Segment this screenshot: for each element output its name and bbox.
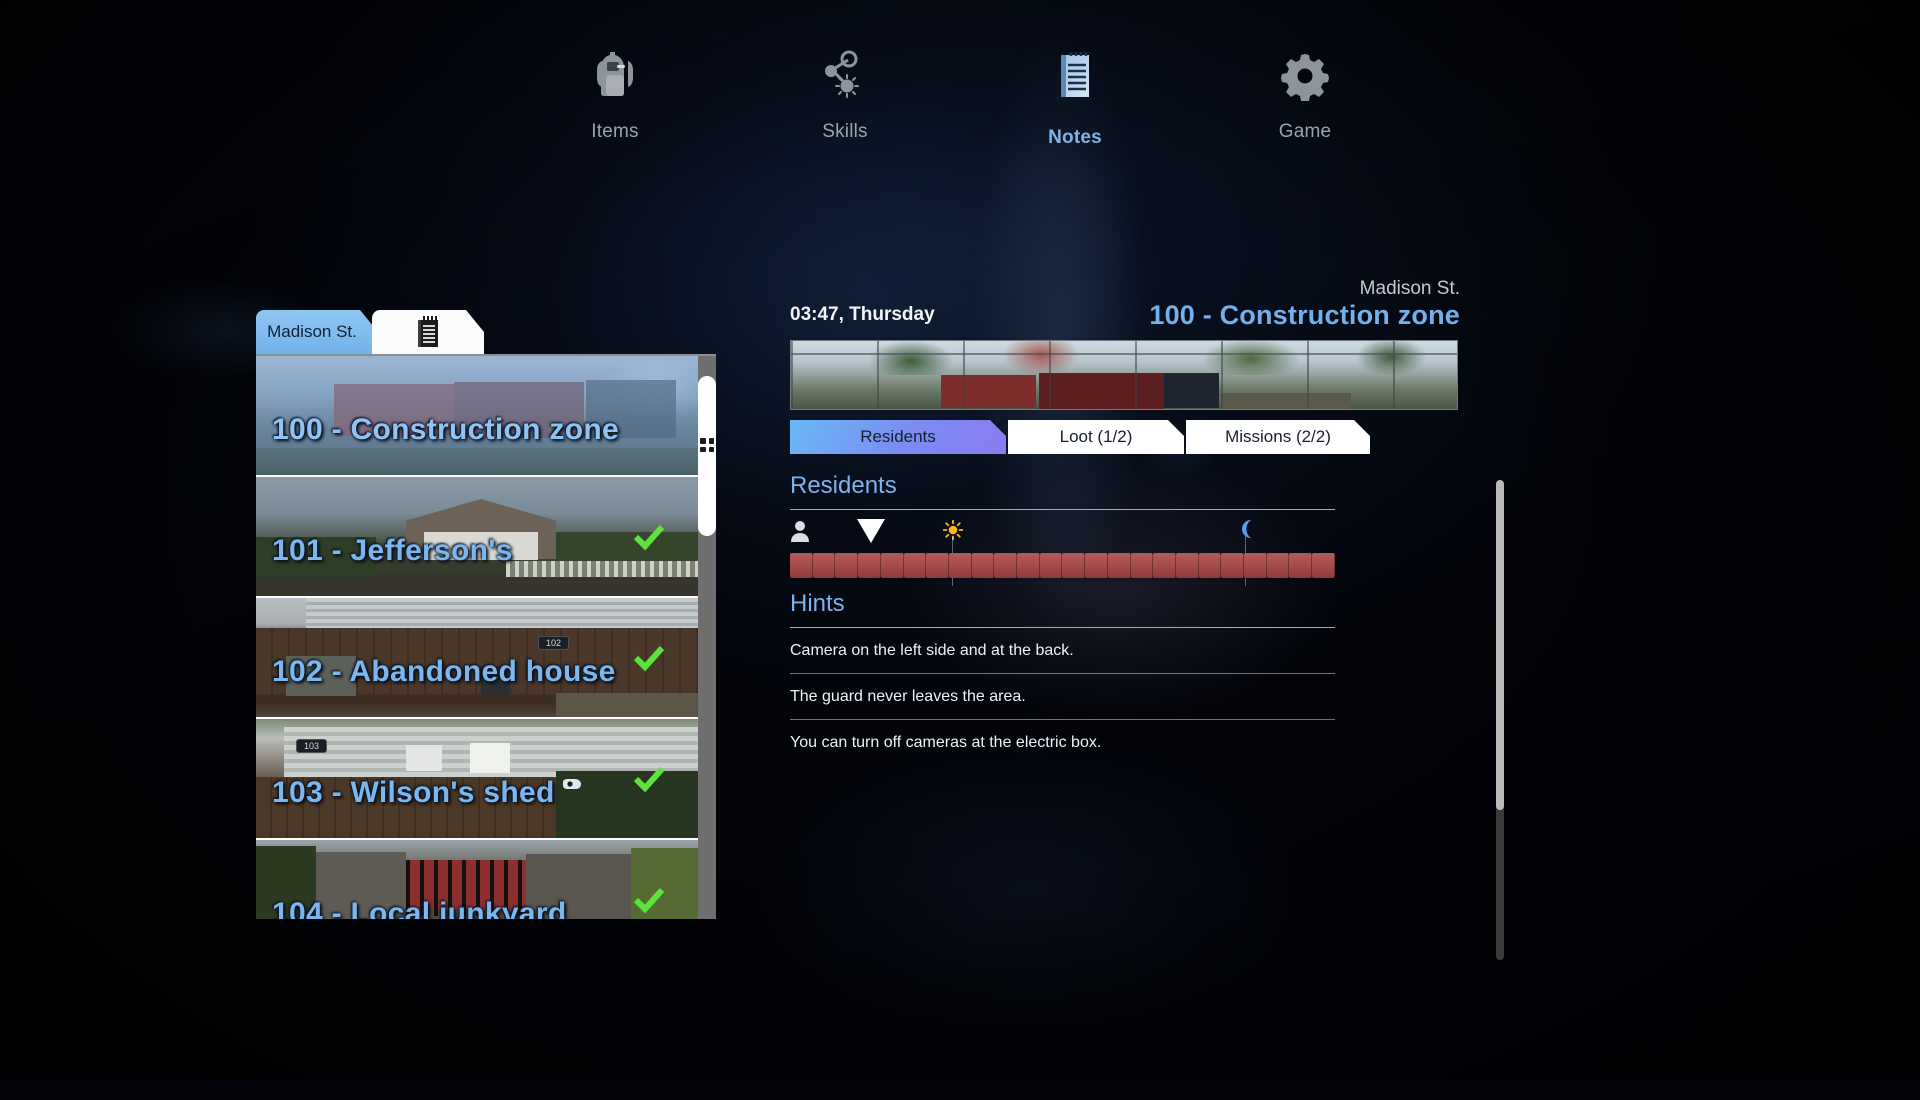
house-number-plate: 103 [296, 739, 327, 753]
notepad-icon [1052, 45, 1098, 107]
folder-tab-notes[interactable] [372, 310, 484, 354]
folder-tab-madison-st[interactable]: Madison St. [256, 310, 378, 354]
completed-check-icon [632, 641, 666, 675]
locations-panel: Madison St. [256, 310, 716, 919]
section-title-hints: Hints [790, 590, 1460, 618]
tab-label: Loot (1/2) [1060, 427, 1133, 447]
hints-list: Camera on the left side and at the back.… [790, 628, 1460, 765]
nav-label-skills: Skills [822, 121, 868, 143]
location-name: 104 - Local junkyard [272, 897, 566, 919]
backpack-icon [592, 45, 638, 107]
game-clock: 03:47, Thursday [790, 304, 935, 326]
locations-scrollbar-track[interactable] [698, 356, 716, 919]
nav-item-game[interactable]: Game [1190, 0, 1420, 143]
tab-residents[interactable]: Residents [790, 420, 1006, 454]
scrollbar-grip-icon [700, 438, 714, 452]
detail-scrollbar-track[interactable] [1496, 480, 1504, 960]
moon-icon [1238, 518, 1254, 540]
location-name: 102 - Abandoned house [272, 655, 616, 689]
nav-label-game: Game [1279, 121, 1332, 143]
caret-down-icon[interactable] [856, 518, 886, 544]
detail-header: 03:47, Thursday Madison St. 100 - Constr… [790, 278, 1460, 340]
nav-item-notes[interactable]: Notes [960, 0, 1190, 149]
house-number-plate: 102 [538, 636, 569, 650]
skills-node-icon [820, 45, 870, 107]
list-item: You can turn off cameras at the electric… [790, 719, 1335, 765]
street-label: Madison St. [1360, 278, 1460, 300]
location-name: 100 - Construction zone [272, 413, 619, 447]
tab-loot[interactable]: Loot (1/2) [1008, 420, 1184, 454]
residents-presence-bar [790, 553, 1335, 578]
list-item[interactable]: 103 103 - Wilson's shed [256, 719, 716, 840]
page-title: 100 - Construction zone [1149, 300, 1460, 331]
location-detail-panel: 03:47, Thursday Madison St. 100 - Constr… [790, 278, 1460, 765]
residents-timeline[interactable] [790, 516, 1335, 572]
nav-label-notes: Notes [1048, 127, 1102, 149]
top-navigation: Items Skills [0, 0, 1920, 190]
location-name: 101 - Jefferson's [272, 534, 513, 568]
completed-check-icon [632, 520, 666, 554]
tab-label: Missions (2/2) [1225, 427, 1331, 447]
divider [790, 509, 1335, 510]
section-title-residents: Residents [790, 472, 1460, 500]
notepad-icon [414, 315, 442, 349]
tab-missions[interactable]: Missions (2/2) [1186, 420, 1370, 454]
person-icon [790, 520, 810, 542]
completed-check-icon [632, 762, 666, 796]
camera-icon [561, 777, 583, 793]
list-item[interactable]: 101 - Jefferson's [256, 477, 716, 598]
list-item[interactable]: 104 - Local junkyard [256, 840, 716, 919]
nav-item-items[interactable]: Items [500, 0, 730, 143]
folder-tab-label: Madison St. [267, 322, 357, 342]
location-name: 103 - Wilson's shed [272, 776, 555, 810]
nav-item-skills[interactable]: Skills [730, 0, 960, 143]
list-item[interactable]: 102 102 - Abandoned house [256, 598, 716, 719]
list-item: The guard never leaves the area. [790, 673, 1335, 719]
list-item[interactable]: 100 - Construction zone [256, 356, 716, 477]
nav-label-items: Items [591, 121, 638, 143]
tab-label: Residents [860, 427, 936, 447]
detail-tab-bar: Residents Loot (1/2) Missions (2/2) [790, 420, 1460, 454]
detail-scrollbar-thumb[interactable] [1496, 480, 1504, 810]
list-item: Camera on the left side and at the back. [790, 628, 1335, 673]
gear-icon [1280, 45, 1330, 107]
locations-scrollbar-thumb[interactable] [698, 376, 716, 536]
completed-check-icon [632, 883, 666, 917]
location-hero-image [790, 340, 1458, 410]
location-list[interactable]: 100 - Construction zone 101 - Jefferson'… [256, 354, 716, 919]
folder-tab-bar: Madison St. [256, 310, 716, 354]
sun-icon [943, 520, 963, 540]
